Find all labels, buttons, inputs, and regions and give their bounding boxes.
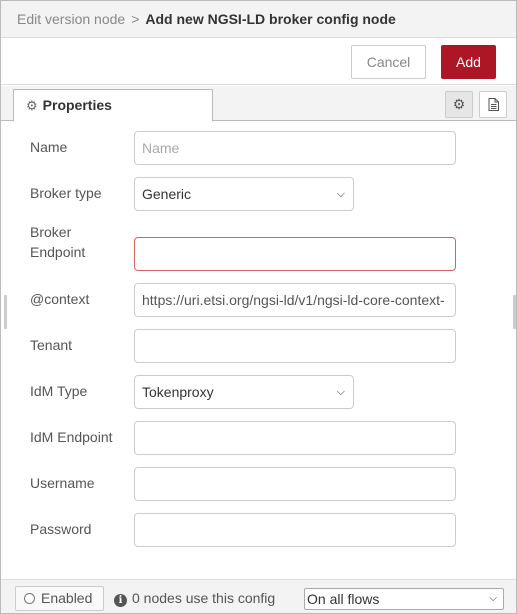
scope-select[interactable]: On all flows ⌵ xyxy=(304,588,504,610)
action-toolbar: Cancel Add xyxy=(1,38,516,85)
tenant-field[interactable] xyxy=(134,329,456,363)
broker-endpoint-label-line1: Broker xyxy=(30,224,72,240)
properties-gear-icon-button[interactable]: ⚙ xyxy=(445,91,473,118)
breadcrumb-parent-link[interactable]: Edit version node xyxy=(17,11,125,27)
scope-value: On all flows xyxy=(307,591,380,607)
name-field[interactable]: Name xyxy=(134,131,456,165)
circle-icon xyxy=(24,593,35,604)
left-resize-handle[interactable] xyxy=(4,295,7,329)
idm-endpoint-label: IdM Endpoint xyxy=(30,429,113,445)
idm-type-label: IdM Type xyxy=(30,383,88,399)
description-document-icon-button[interactable] xyxy=(479,91,507,118)
chevron-down-icon: ⌵ xyxy=(336,386,345,398)
username-field[interactable] xyxy=(134,467,456,501)
cancel-button[interactable]: Cancel xyxy=(351,45,426,79)
password-field[interactable] xyxy=(134,513,456,547)
right-resize-handle[interactable] xyxy=(513,295,516,329)
document-icon xyxy=(488,98,499,111)
context-label: @context xyxy=(30,291,90,307)
breadcrumb: Edit version node > Add new NGSI-LD broker… xyxy=(1,1,516,38)
name-label: Name xyxy=(30,139,68,155)
idm-endpoint-field[interactable] xyxy=(134,421,456,455)
broker-type-value: Generic xyxy=(142,186,192,202)
breadcrumb-separator: > xyxy=(131,11,140,27)
password-label: Password xyxy=(30,521,92,537)
tab-bar: ⚙ Properties ⚙ xyxy=(1,86,516,122)
chevron-down-icon: ⌵ xyxy=(336,188,345,200)
chevron-down-icon: ⌵ xyxy=(489,593,497,604)
gear-icon: ⚙ xyxy=(452,96,466,112)
enabled-label: Enabled xyxy=(41,590,93,606)
tab-properties-label: Properties xyxy=(42,97,112,113)
tab-properties[interactable]: ⚙ Properties xyxy=(13,89,213,122)
username-label: Username xyxy=(30,475,95,491)
dialog-footer: Enabled i 0 nodes use this config On all … xyxy=(1,579,516,613)
broker-type-select[interactable]: Generic ⌵ xyxy=(134,177,354,211)
enabled-toggle-button[interactable]: Enabled xyxy=(15,586,104,611)
info-icon: i xyxy=(114,594,127,607)
broker-type-label: Broker type xyxy=(30,185,102,201)
properties-form: Name Name Broker type Generic ⌵ Broker E… xyxy=(1,122,516,579)
context-field[interactable]: https://uri.etsi.org/ngsi-ld/v1/ngsi-ld-… xyxy=(134,283,456,317)
add-button[interactable]: Add xyxy=(441,45,496,79)
idm-type-value: Tokenproxy xyxy=(142,384,214,400)
edit-dialog: Edit version node > Add new NGSI-LD broker… xyxy=(0,0,517,614)
broker-endpoint-label-line2: Endpoint xyxy=(30,244,86,260)
broker-endpoint-label: Broker Endpoint xyxy=(30,222,85,262)
name-placeholder: Name xyxy=(142,140,180,156)
broker-endpoint-field[interactable] xyxy=(134,237,456,271)
idm-type-select[interactable]: Tokenproxy ⌵ xyxy=(134,375,354,409)
page-title: Add new NGSI-LD broker config node xyxy=(145,11,396,27)
config-usage-info: i 0 nodes use this config xyxy=(114,590,275,607)
gear-icon: ⚙ xyxy=(26,98,38,113)
tenant-label: Tenant xyxy=(30,337,73,353)
config-usage-text: 0 nodes use this config xyxy=(132,590,276,606)
